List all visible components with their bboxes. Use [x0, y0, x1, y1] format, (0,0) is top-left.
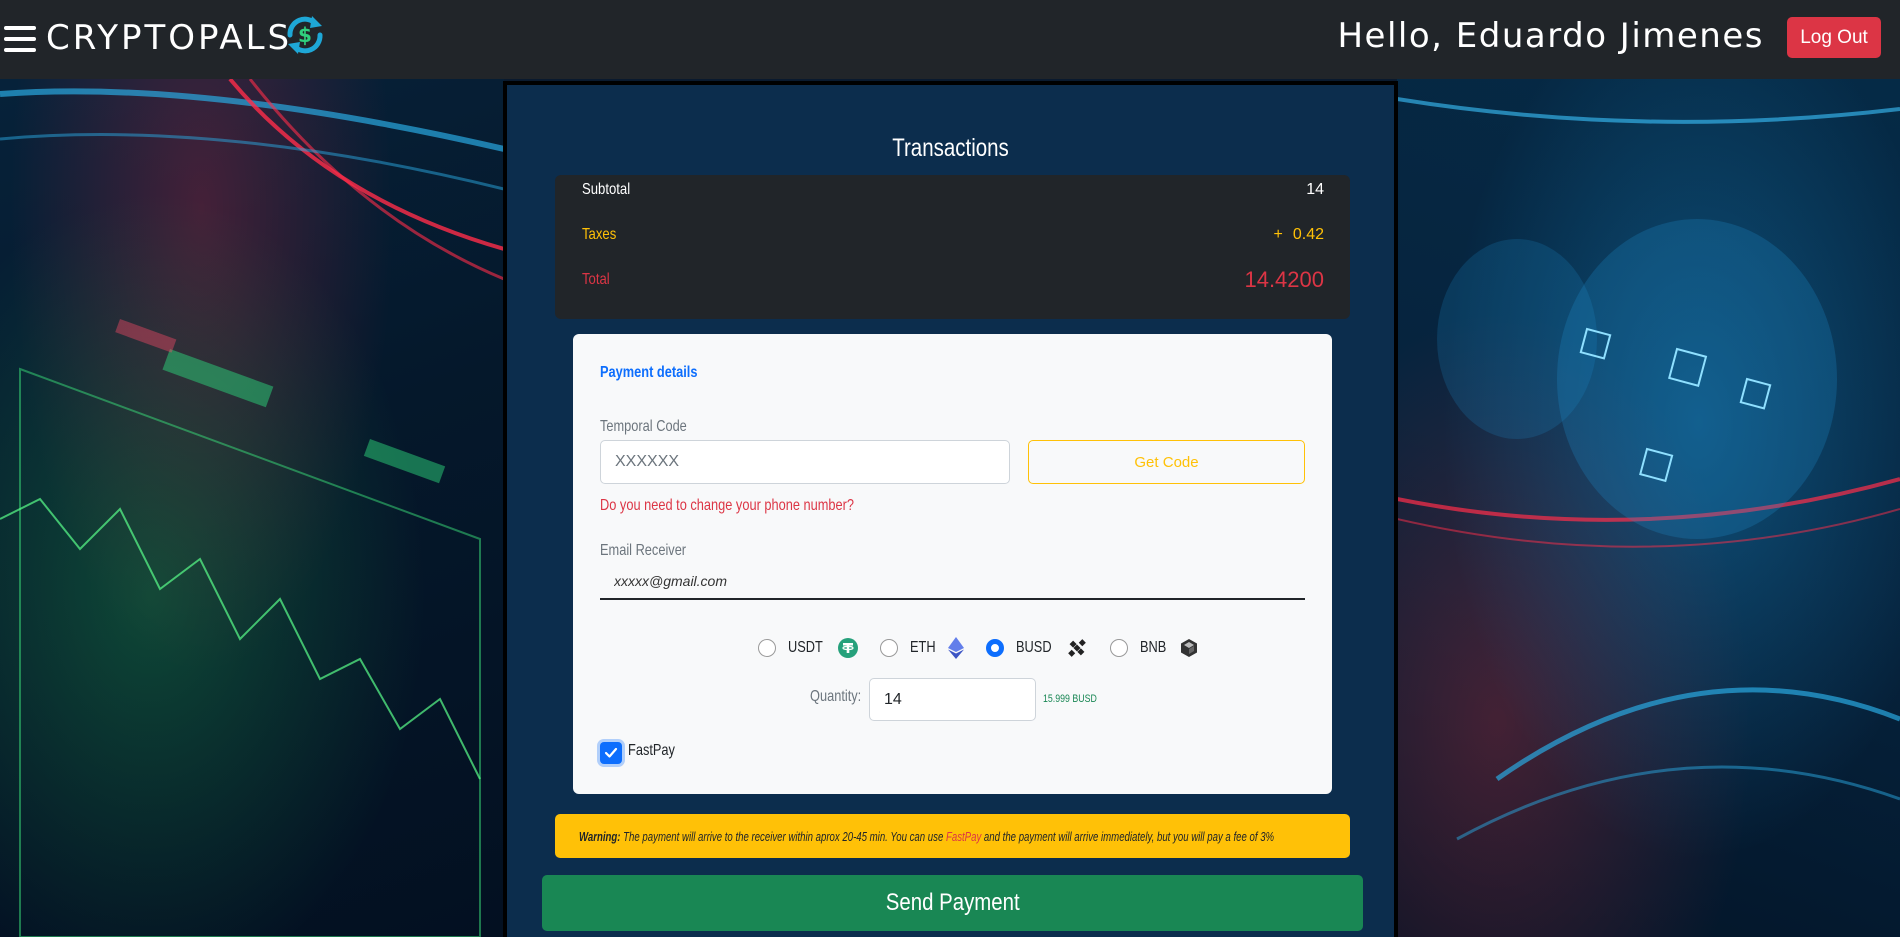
- user-greeting: Hello, Eduardo Jimenes: [1337, 16, 1764, 56]
- radio-busd[interactable]: [985, 639, 1004, 657]
- payment-details-title: Payment details: [600, 364, 698, 381]
- coin-label-eth: ETH: [909, 639, 936, 656]
- taxes-row: Taxes +0.42: [582, 220, 1324, 250]
- coin-label-usdt: USDT: [788, 639, 823, 656]
- subtotal-label: Subtotal: [582, 181, 631, 198]
- menu-icon[interactable]: [4, 26, 36, 52]
- fastpay-label[interactable]: FastPay: [628, 742, 675, 760]
- page-title: Transactions: [892, 134, 1009, 162]
- ethereum-icon: [947, 637, 964, 659]
- transaction-panel: Transactions Subtotal 14 Taxes +0.42 Tot…: [503, 81, 1398, 937]
- busd-icon: [1068, 639, 1086, 657]
- taxes-sign: +: [1273, 226, 1283, 243]
- background-trading-chart: [0, 79, 504, 937]
- radio-bnb[interactable]: [1110, 639, 1129, 657]
- total-label: Total: [582, 271, 610, 288]
- checkmark-icon: [604, 747, 618, 758]
- total-value: 14.4200: [1244, 267, 1324, 292]
- bnb-icon: [1180, 639, 1197, 657]
- fastpay-warning-alert: Warning: The payment will arrive to the …: [555, 814, 1350, 858]
- send-payment-button[interactable]: Send Payment: [542, 875, 1363, 931]
- coin-label-busd: BUSD: [1015, 639, 1052, 656]
- warning-text-part2: and the payment will arrive immediately,…: [981, 828, 1275, 844]
- transaction-summary: Subtotal 14 Taxes +0.42 Total 14.4200: [555, 175, 1350, 319]
- radio-usdt[interactable]: [758, 639, 776, 657]
- brand-name: CRYPTOPALS: [46, 18, 293, 58]
- radio-eth[interactable]: [879, 639, 898, 657]
- payment-details-card: Payment details Temporal Code Get Code D…: [573, 334, 1332, 794]
- temporal-code-input[interactable]: [600, 440, 1010, 484]
- currency-exchange-logo-icon: $: [287, 16, 323, 54]
- email-receiver-input[interactable]: [600, 564, 1305, 600]
- fastpay-checkbox[interactable]: [600, 742, 622, 764]
- email-receiver-label: Email Receiver: [600, 542, 687, 559]
- warning-prefix: Warning:: [579, 828, 621, 844]
- svg-text:$: $: [298, 23, 312, 47]
- taxes-value: 0.42: [1292, 226, 1324, 243]
- coin-option-usdt[interactable]: USDT: [758, 638, 858, 658]
- background-world-map: [1397, 79, 1900, 937]
- send-payment-label: Send Payment: [885, 889, 1020, 916]
- taxes-value-group: +0.42: [1274, 226, 1324, 244]
- subtotal-row: Subtotal 14: [582, 175, 1324, 205]
- quantity-input[interactable]: [869, 678, 1036, 721]
- coin-option-busd[interactable]: BUSD: [985, 637, 1088, 659]
- top-navbar: CRYPTOPALS $ Hello, Eduardo Jimenes Log …: [0, 0, 1900, 79]
- quantity-label: Quantity:: [810, 688, 862, 705]
- warning-fastpay-highlight: FastPay: [945, 828, 982, 844]
- temporal-code-label: Temporal Code: [600, 418, 687, 435]
- logout-button[interactable]: Log Out: [1787, 17, 1881, 58]
- warning-text: Warning: The payment will arrive to the …: [579, 829, 1274, 844]
- taxes-label: Taxes: [582, 226, 617, 243]
- total-row: Total 14.4200: [582, 265, 1324, 295]
- change-phone-link[interactable]: Do you need to change your phone number?: [600, 497, 854, 515]
- coin-selector: USDT ETH BUSD BNB: [758, 634, 1221, 662]
- subtotal-value: 14: [1306, 181, 1324, 198]
- coin-option-eth[interactable]: ETH: [879, 637, 964, 659]
- warning-text-part1: The payment will arrive to the receiver …: [620, 828, 946, 844]
- quantity-conversion-hint: 15.999 BUSD: [1043, 693, 1097, 705]
- get-code-button[interactable]: Get Code: [1028, 440, 1305, 484]
- tether-icon: [837, 638, 858, 658]
- coin-option-bnb[interactable]: BNB: [1110, 638, 1199, 658]
- coin-label-bnb: BNB: [1140, 639, 1167, 656]
